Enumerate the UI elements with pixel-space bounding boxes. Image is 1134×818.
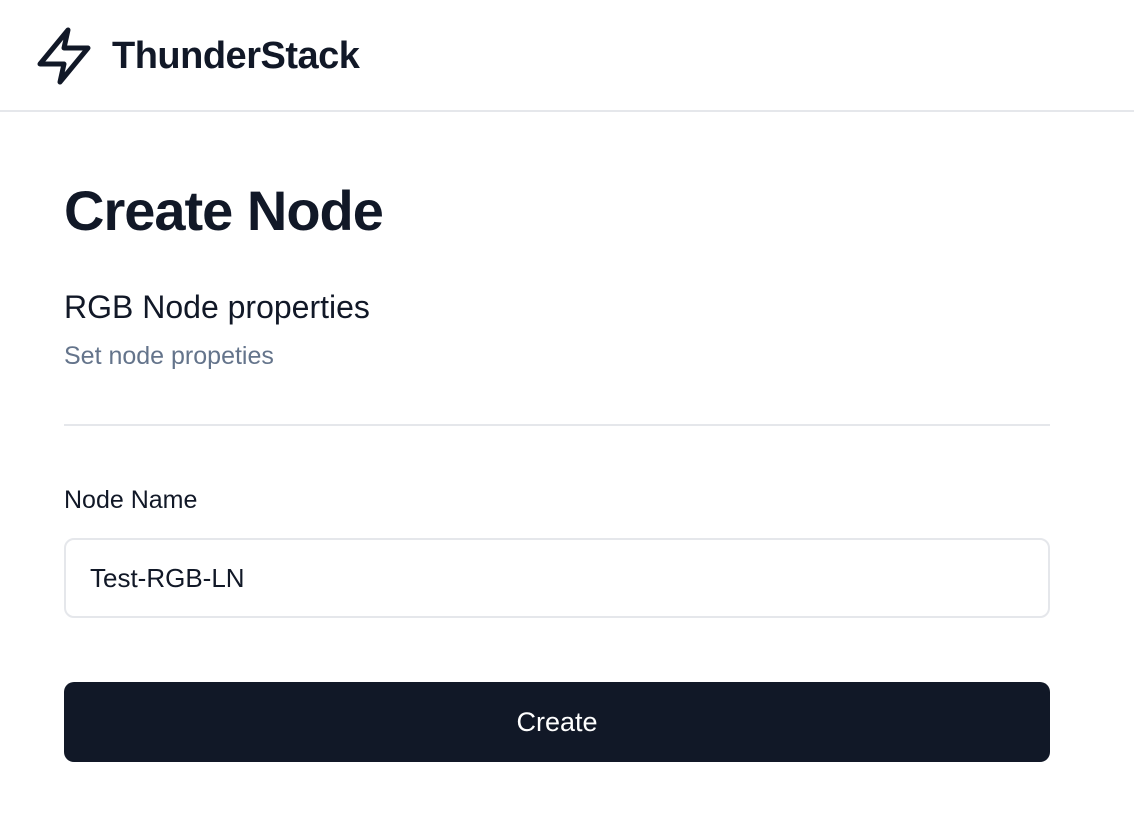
- lightning-bolt-icon[interactable]: [36, 26, 92, 86]
- create-button[interactable]: Create: [64, 682, 1050, 762]
- lightning-bolt-icon-svg: [37, 27, 91, 85]
- section-subtitle: Set node propeties: [64, 342, 274, 370]
- node-name-label: Node Name: [64, 486, 198, 514]
- brand-name[interactable]: ThunderStack: [112, 34, 360, 78]
- page-title: Create Node: [64, 179, 384, 242]
- section-divider: [64, 424, 1050, 426]
- section-title: RGB Node properties: [64, 289, 370, 325]
- top-header: ThunderStack: [0, 0, 1134, 112]
- node-name-input[interactable]: [64, 538, 1050, 618]
